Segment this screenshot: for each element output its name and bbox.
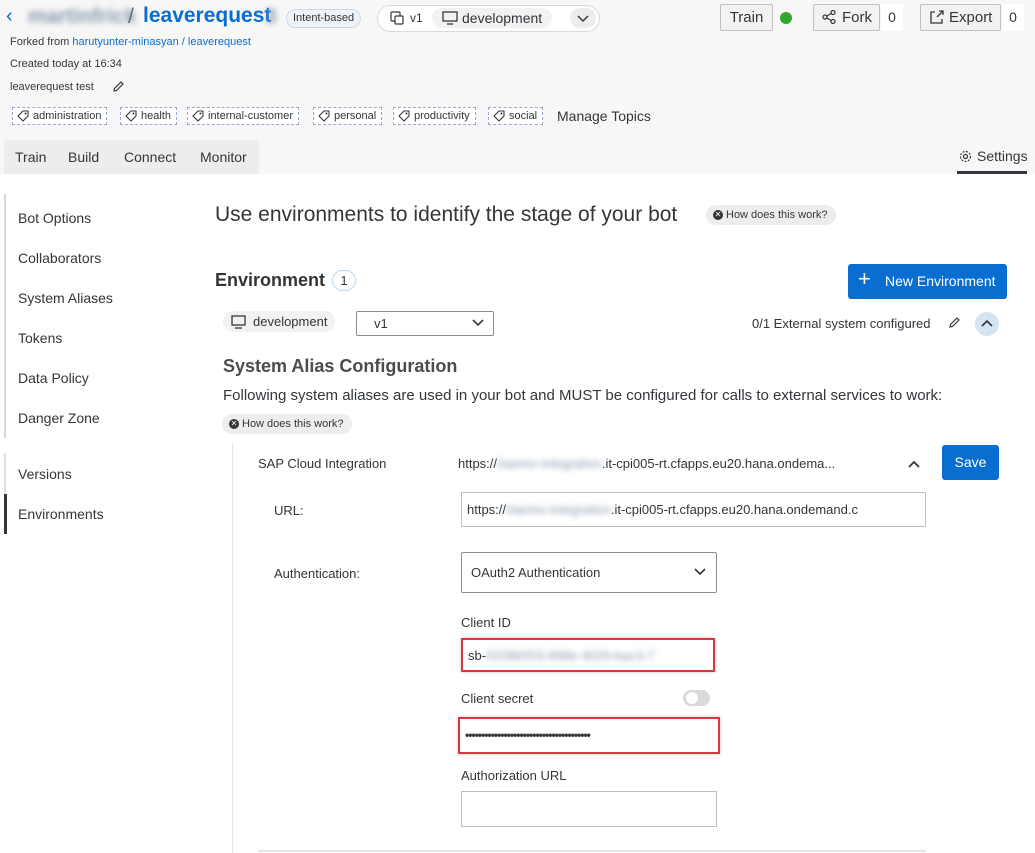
sidebar-item-bot-options[interactable]: Bot Options: [18, 210, 91, 226]
tab-build[interactable]: Build: [68, 149, 99, 165]
fork-icon: [822, 10, 836, 24]
sidebar-active-indicator: [4, 494, 7, 534]
forked-from-prefix: Forked from: [10, 36, 70, 48]
alias-url-summary: https://0aemo-integration.it-cpi005-rt.c…: [458, 456, 835, 471]
url-input[interactable]: https://0aemo-integration.it-cpi005-rt.c…: [461, 492, 926, 527]
alias-url-redacted: 0aemo-integration: [497, 456, 602, 471]
close-circle-icon: ✕: [713, 210, 723, 220]
authentication-label: Authentication:: [274, 566, 361, 581]
chevron-down-icon: [694, 568, 706, 576]
sidebar-item-system-aliases[interactable]: System Aliases: [18, 290, 113, 306]
authentication-select[interactable]: OAuth2 Authentication: [461, 552, 717, 593]
sidebar-item-tokens[interactable]: Tokens: [18, 330, 62, 346]
how-does-this-work-button[interactable]: How does this work?: [222, 414, 352, 434]
external-system-status: 0/1 External system configured: [752, 316, 931, 331]
sidebar-item-environments[interactable]: Environments: [18, 506, 104, 522]
train-button[interactable]: Train: [720, 4, 773, 31]
alias-card-border: [232, 444, 233, 853]
manage-topics-link[interactable]: Manage Topics: [557, 108, 651, 124]
collapse-environment-button[interactable]: [975, 312, 999, 336]
how-does-this-work-button[interactable]: How does this work?: [706, 205, 836, 225]
client-id-label: Client ID: [461, 615, 511, 630]
client-secret-input[interactable]: •••••••••••••••••••••••••••••••••••••••: [458, 717, 720, 754]
tag-icon: [17, 110, 29, 122]
system-alias-config-title: System Alias Configuration: [223, 356, 458, 376]
url-value-prefix: https://: [467, 502, 507, 517]
authorization-url-input[interactable]: [461, 791, 717, 827]
tag-icon: [318, 110, 330, 122]
alias-url-suffix: .it-cpi005-rt.cfapps.eu20.hana.ondema...: [601, 456, 836, 471]
url-value-suffix: .it-cpi005-rt.cfapps.eu20.hana.ondemand.…: [610, 502, 858, 517]
client-secret-label: Client secret: [461, 691, 534, 706]
version-select-value: v1: [374, 316, 388, 331]
bot-description: leaverequest test: [10, 81, 94, 93]
url-value-redacted: 0aemo-integration: [506, 502, 611, 517]
sidebar-item-collaborators[interactable]: Collaborators: [18, 250, 101, 266]
bot-name-suffix: 3: [265, 5, 277, 28]
bot-name[interactable]: leaverequest: [143, 4, 271, 28]
forked-from: Forked from harutyunter-minasyan / leave…: [10, 36, 251, 48]
plus-icon: +: [858, 266, 871, 291]
environment-heading: Environment: [215, 270, 326, 290]
authorization-url-label: Authorization URL: [461, 768, 567, 783]
save-button[interactable]: Save: [942, 445, 999, 480]
monitor-edit-icon: [231, 315, 246, 329]
chevron-up-icon[interactable]: [906, 456, 922, 472]
tag-icon: [125, 110, 137, 122]
client-id-input[interactable]: sb-0109b553-898e-4029-bac3-7: [461, 638, 715, 672]
export-icon: [930, 10, 944, 24]
tab-connect[interactable]: Connect: [124, 149, 176, 165]
monitor-icon: [442, 11, 458, 25]
gear-icon: [959, 150, 972, 163]
bot-type-badge: Intent-based: [286, 9, 362, 28]
client-id-redacted: 0109b553-898e-4029-bac3-7: [486, 648, 655, 663]
back-chevron-icon[interactable]: ‹: [6, 5, 13, 28]
tab-train[interactable]: Train: [15, 149, 46, 165]
sidebar-divider: [4, 194, 6, 438]
edit-pencil-icon[interactable]: [948, 316, 961, 329]
sidebar-item-data-policy[interactable]: Data Policy: [18, 370, 89, 386]
tab-settings[interactable]: Settings: [977, 148, 1028, 164]
alias-name: SAP Cloud Integration: [258, 456, 387, 471]
chevron-down-icon[interactable]: [570, 8, 596, 28]
authentication-select-value: OAuth2 Authentication: [471, 565, 601, 580]
tag-icon: [192, 110, 204, 122]
chevron-up-icon: [981, 319, 993, 327]
version-icon: [390, 11, 404, 25]
new-environment-button[interactable]: New Environment: [848, 264, 1007, 299]
toggle-knob: [686, 692, 698, 704]
edit-description-pencil-icon[interactable]: [112, 80, 125, 93]
export-count: 0: [1002, 4, 1024, 31]
forked-from-link[interactable]: harutyunter-minasyan / leaverequest: [72, 36, 251, 48]
tag-icon: [493, 110, 505, 122]
settings-active-indicator: [957, 171, 1027, 174]
owner-name[interactable]: martinfrick: [28, 5, 137, 29]
client-id-prefix: sb-: [468, 648, 487, 663]
client-secret-value: •••••••••••••••••••••••••••••••••••••••: [465, 728, 591, 742]
chevron-down-icon: [472, 319, 484, 327]
page-title: Use environments to identify the stage o…: [215, 203, 678, 226]
version-label: v1: [410, 11, 423, 25]
created-date: Created today at 16:34: [10, 58, 122, 70]
fork-count: 0: [881, 4, 903, 31]
path-separator: /: [128, 5, 134, 28]
sidebar-item-danger-zone[interactable]: Danger Zone: [18, 410, 100, 426]
tag-icon: [398, 110, 410, 122]
tab-monitor[interactable]: Monitor: [200, 149, 247, 165]
url-label: URL:: [274, 503, 304, 518]
train-status-indicator: [780, 12, 792, 24]
alias-card-divider: [258, 850, 926, 852]
environment-count-badge: 1: [332, 270, 356, 291]
sidebar-item-versions[interactable]: Versions: [18, 466, 72, 482]
close-circle-icon: ✕: [229, 419, 239, 429]
alias-url-prefix: https://: [458, 456, 498, 471]
system-alias-config-description: Following system aliases are used in you…: [223, 387, 943, 404]
